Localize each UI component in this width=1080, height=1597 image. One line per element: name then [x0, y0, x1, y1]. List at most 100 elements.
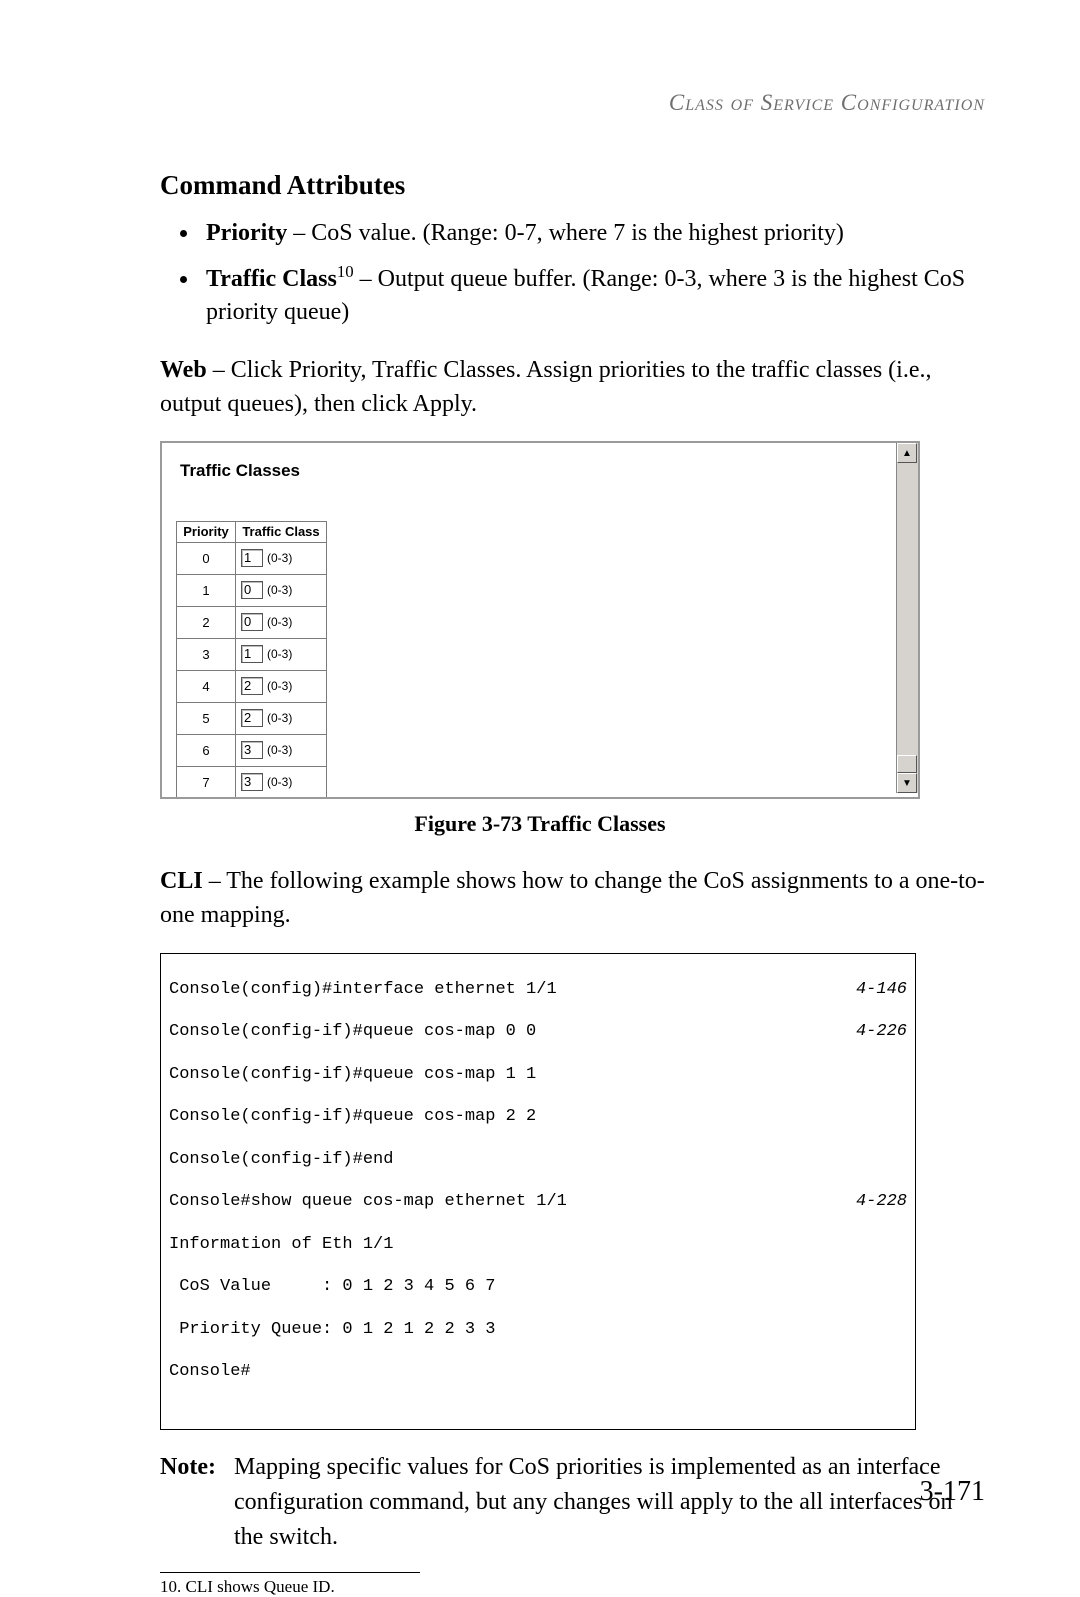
cli-ref [897, 1234, 907, 1255]
priority-cell: 4 [177, 671, 236, 703]
page-number: 3-171 [920, 1476, 985, 1508]
cli-line: Console(config-if)#queue cos-map 0 0 4-22… [169, 1021, 907, 1042]
table-row: 7 3 (0-3) [177, 767, 327, 799]
scrollbar-vertical[interactable]: ▲ ▼ [896, 443, 918, 793]
priority-cell: 1 [177, 575, 236, 607]
traffic-class-cell: 3 (0-3) [236, 767, 327, 799]
priority-cell: 7 [177, 767, 236, 799]
range-label: (0-3) [267, 551, 292, 565]
screenshot-content: Traffic Classes Priority Traffic Class 0… [162, 443, 896, 793]
traffic-class-input[interactable]: 2 [241, 677, 263, 695]
tc-header-trafficclass: Traffic Class [236, 522, 327, 543]
cli-output-box: Console(config)#interface ethernet 1/1 4-… [160, 953, 916, 1431]
traffic-class-cell: 3 (0-3) [236, 735, 327, 767]
cli-ref [897, 1149, 907, 1170]
cli-line: Console# [169, 1361, 907, 1382]
attr-name: Traffic Class [206, 266, 337, 292]
cli-line: Console(config)#interface ethernet 1/1 4-… [169, 979, 907, 1000]
traffic-class-input[interactable]: 1 [241, 645, 263, 663]
range-label: (0-3) [267, 711, 292, 725]
figure-caption: Figure 3-73 Traffic Classes [95, 811, 985, 837]
cli-ref: 4-146 [846, 979, 907, 1000]
cli-cmd: Information of Eth 1/1 [169, 1234, 393, 1255]
attribute-list: Priority – CoS value. (Range: 0-7, where… [95, 217, 985, 328]
priority-cell: 3 [177, 639, 236, 671]
page: Class of Service Configuration Command A… [0, 0, 1080, 1570]
priority-cell: 6 [177, 735, 236, 767]
scroll-down-icon[interactable]: ▼ [897, 773, 917, 793]
range-label: (0-3) [267, 679, 292, 693]
note-block: Note: Mapping specific values for CoS pr… [95, 1450, 985, 1554]
traffic-class-cell: 0 (0-3) [236, 575, 327, 607]
tc-header-row: Priority Traffic Class [177, 522, 327, 543]
cli-cmd: Console(config)#interface ethernet 1/1 [169, 979, 557, 1000]
cli-ref [897, 1064, 907, 1085]
cli-line: Console#show queue cos-map ethernet 1/14… [169, 1191, 907, 1212]
screenshot-title: Traffic Classes [180, 461, 300, 481]
web-paragraph: Web – Click Priority, Traffic Classes. A… [95, 354, 985, 421]
traffic-class-cell: 0 (0-3) [236, 607, 327, 639]
scroll-up-icon[interactable]: ▲ [897, 443, 917, 463]
table-row: 1 0 (0-3) [177, 575, 327, 607]
traffic-class-input[interactable]: 0 [241, 581, 263, 599]
table-row: 6 3 (0-3) [177, 735, 327, 767]
web-label: Web [160, 357, 207, 383]
cli-cmd: CoS Value : 0 1 2 3 4 5 6 7 [169, 1276, 495, 1297]
traffic-class-cell: 2 (0-3) [236, 703, 327, 735]
attr-desc: – CoS value. (Range: 0-7, where 7 is the… [287, 220, 844, 246]
traffic-classes-screenshot: Traffic Classes Priority Traffic Class 0… [160, 441, 920, 799]
cli-line: Priority Queue: 0 1 2 1 2 2 3 3 [169, 1319, 907, 1340]
traffic-class-cell: 1 (0-3) [236, 639, 327, 671]
traffic-classes-table: Priority Traffic Class 0 1 (0-3) 1 0 (0-3) [176, 521, 327, 799]
cli-cmd: Console(config-if)#end [169, 1149, 393, 1170]
cli-ref [897, 1276, 907, 1297]
cli-cmd: Console(config-if)#queue cos-map 2 2 [169, 1106, 536, 1127]
footnote-separator [160, 1572, 420, 1573]
attr-name: Priority [206, 220, 287, 246]
cli-label: CLI [160, 868, 203, 894]
priority-cell: 5 [177, 703, 236, 735]
cli-ref: 4-228 [846, 1191, 907, 1212]
table-row: 5 2 (0-3) [177, 703, 327, 735]
footnote-ref: 10 [337, 262, 354, 281]
cli-line: CoS Value : 0 1 2 3 4 5 6 7 [169, 1276, 907, 1297]
cli-line: Console(config-if)#queue cos-map 1 1 [169, 1064, 907, 1085]
attribute-priority: Priority – CoS value. (Range: 0-7, where… [200, 217, 985, 249]
cli-line: Console(config-if)#queue cos-map 2 2 [169, 1106, 907, 1127]
cli-paragraph: CLI – The following example shows how to… [95, 865, 985, 932]
priority-cell: 2 [177, 607, 236, 639]
note-label: Note: [160, 1450, 234, 1554]
traffic-class-input[interactable]: 3 [241, 773, 263, 791]
range-label: (0-3) [267, 647, 292, 661]
note-text: Mapping specific values for CoS prioriti… [234, 1450, 985, 1554]
running-head: Class of Service Configuration [95, 90, 985, 116]
traffic-class-cell: 1 (0-3) [236, 543, 327, 575]
cli-ref [897, 1319, 907, 1340]
cli-cmd: Console# [169, 1361, 251, 1382]
cli-cmd: Priority Queue: 0 1 2 1 2 2 3 3 [169, 1319, 495, 1340]
cli-line: Console(config-if)#end [169, 1149, 907, 1170]
cli-ref [897, 1106, 907, 1127]
range-label: (0-3) [267, 615, 292, 629]
cli-line: Information of Eth 1/1 [169, 1234, 907, 1255]
cli-text: – The following example shows how to cha… [160, 868, 985, 928]
attribute-traffic-class: Traffic Class10 – Output queue buffer. (… [200, 261, 985, 328]
scroll-thumb[interactable] [897, 755, 917, 773]
traffic-class-cell: 2 (0-3) [236, 671, 327, 703]
section-heading: Command Attributes [160, 170, 985, 201]
table-row: 0 1 (0-3) [177, 543, 327, 575]
table-row: 3 1 (0-3) [177, 639, 327, 671]
cli-cmd: Console(config-if)#queue cos-map 0 0 [169, 1021, 536, 1042]
traffic-class-input[interactable]: 1 [241, 549, 263, 567]
table-row: 4 2 (0-3) [177, 671, 327, 703]
cli-cmd: Console(config-if)#queue cos-map 1 1 [169, 1064, 536, 1085]
traffic-class-input[interactable]: 3 [241, 741, 263, 759]
range-label: (0-3) [267, 583, 292, 597]
traffic-class-input[interactable]: 2 [241, 709, 263, 727]
range-label: (0-3) [267, 775, 292, 789]
cli-ref [897, 1361, 907, 1382]
range-label: (0-3) [267, 743, 292, 757]
traffic-class-input[interactable]: 0 [241, 613, 263, 631]
priority-cell: 0 [177, 543, 236, 575]
cli-ref: 4-226 [846, 1021, 907, 1042]
